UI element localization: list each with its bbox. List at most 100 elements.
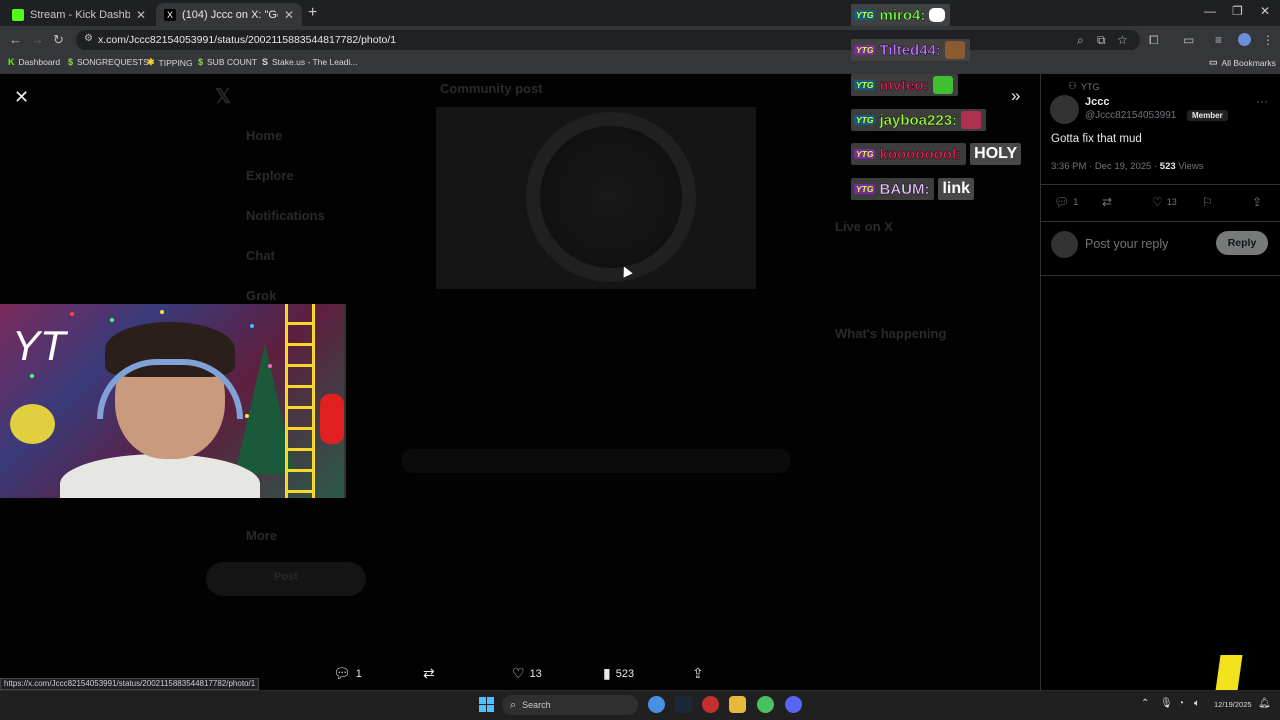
face-emote-icon bbox=[944, 41, 965, 59]
reply-action[interactable]: 💬︎ 1 bbox=[333, 665, 362, 682]
panel-share-action[interactable]: ⇪ bbox=[1252, 195, 1266, 209]
post-time: 3:36 PM · Dec 19, 2025 · bbox=[1051, 161, 1158, 172]
site-info-icon[interactable]: ⚙ bbox=[84, 33, 93, 44]
side-panel-icon[interactable]: ▭ bbox=[1183, 33, 1194, 47]
microphone-icon[interactable]: 🎙︎ bbox=[1160, 698, 1173, 709]
chat-name-box: YTG koooooool: bbox=[851, 143, 967, 165]
zoom-icon[interactable]: ⌕ bbox=[1077, 33, 1084, 48]
install-icon[interactable]: ⧉ bbox=[1097, 33, 1106, 48]
reposter-name: YTG bbox=[1080, 81, 1100, 92]
bookmark-star-icon[interactable]: ☆ bbox=[1117, 33, 1128, 47]
panel-like-count: 13 bbox=[1166, 197, 1177, 207]
member-badge: Member bbox=[1187, 110, 1228, 121]
taskbar bbox=[0, 690, 1280, 720]
bookmark-sub-count[interactable]: $ SUB COUNT bbox=[198, 57, 257, 67]
kick-favicon-icon bbox=[12, 8, 24, 21]
x-logo-icon: 𝕏 bbox=[215, 86, 232, 108]
string-light bbox=[30, 374, 34, 378]
chat-username: BAUM: bbox=[879, 180, 930, 198]
bookmark-tipping[interactable]: ✱ TIPPING bbox=[147, 57, 193, 68]
taskbar-search[interactable]: ⌕ Search bbox=[502, 695, 638, 715]
discord-app-icon[interactable] bbox=[785, 696, 802, 713]
close-tab-icon[interactable]: ✕ bbox=[284, 8, 294, 22]
window-close-icon[interactable]: ✕ bbox=[1260, 4, 1270, 18]
chat-name-box: YTG Tilted44: bbox=[851, 39, 970, 61]
reply-button[interactable]: Reply bbox=[1216, 231, 1268, 255]
file-explorer-icon[interactable] bbox=[729, 696, 746, 713]
back-icon[interactable]: ← bbox=[9, 32, 22, 47]
bookmark-label: SONGREQUESTS bbox=[77, 57, 149, 67]
author-name[interactable]: Jccc bbox=[1085, 96, 1109, 108]
kick-icon: K bbox=[8, 57, 15, 67]
volume-icon[interactable]: 🔈︎ bbox=[1194, 698, 1200, 709]
ytg-badge: YTG bbox=[854, 45, 876, 55]
panel-bookmark-action[interactable]: ⚐ bbox=[1202, 195, 1217, 209]
extensions-icon[interactable]: ⧠ bbox=[1149, 33, 1159, 48]
kebab-menu-icon[interactable]: ⋮ bbox=[1262, 33, 1274, 47]
repost-icon: ⇄ bbox=[1102, 195, 1113, 209]
chrome-profile-app-icon[interactable] bbox=[757, 696, 774, 713]
view-count: 523 bbox=[615, 667, 635, 680]
bookmark-icon: ⚐ bbox=[1202, 195, 1213, 209]
lit-ladder bbox=[285, 304, 315, 498]
speech-bubble-emote-icon bbox=[929, 8, 946, 22]
chevrons-right-icon[interactable]: » bbox=[1011, 86, 1020, 106]
yellow-plush bbox=[10, 404, 55, 444]
views-action[interactable]: ▮ 523 bbox=[603, 665, 634, 682]
obs-app-icon[interactable] bbox=[702, 696, 719, 713]
author-handle[interactable]: @Jccc82154053991 bbox=[1085, 110, 1176, 121]
avatar[interactable] bbox=[1050, 95, 1079, 124]
all-bookmarks[interactable]: ▭ All Bookmarks bbox=[1209, 57, 1276, 68]
ytg-badge: YTG bbox=[854, 149, 876, 159]
profile-avatar[interactable] bbox=[1238, 33, 1251, 46]
panel-repost-action[interactable]: ⇄ bbox=[1102, 195, 1116, 209]
tray-chevron-icon[interactable]: ⌃ bbox=[1141, 698, 1149, 709]
tip-icon: ✱ bbox=[147, 57, 155, 67]
nav-grok: Grok bbox=[246, 288, 277, 303]
avatar bbox=[1051, 231, 1078, 258]
community-post-header: Community post bbox=[440, 81, 543, 96]
reply-input[interactable] bbox=[1085, 235, 1205, 253]
steam-app-icon[interactable] bbox=[675, 696, 692, 713]
reload-icon[interactable]: ↻ bbox=[53, 32, 64, 48]
chat-message: YTG Tilted44: bbox=[851, 39, 970, 61]
tab-kick-dashboard[interactable]: Stream - Kick Dashboard ✕ bbox=[4, 3, 154, 26]
notifications-icon[interactable]: 🔔︎ bbox=[1258, 698, 1271, 709]
bookmark-dashboard[interactable]: K Dashboard bbox=[8, 57, 60, 67]
bookmark-stake[interactable]: S Stake.us - The Leadi... bbox=[262, 57, 357, 67]
post-button-ghost: Post bbox=[274, 571, 298, 583]
tab-x-post[interactable]: X (104) Jccc on X: "Gotta fix that mud" … bbox=[156, 3, 302, 26]
divider bbox=[1041, 184, 1280, 185]
nav-notifications: Notifications bbox=[246, 208, 325, 223]
windows-start-icon[interactable] bbox=[479, 697, 494, 712]
string-light bbox=[250, 324, 254, 328]
like-count: 13 bbox=[529, 667, 542, 680]
share-action[interactable]: ⇪ bbox=[692, 665, 709, 682]
forward-icon[interactable]: → bbox=[31, 32, 44, 47]
wifi-icon[interactable]: ◔ bbox=[1178, 698, 1184, 709]
chat-message: YTG miro4: bbox=[851, 4, 951, 26]
chrome-app-icon[interactable] bbox=[648, 696, 665, 713]
url-text[interactable]: x.com/Jccc82154053991/status/20021158835… bbox=[98, 34, 396, 46]
search-label: Search bbox=[522, 700, 551, 710]
like-action[interactable]: ♡ 13 bbox=[512, 665, 542, 682]
close-icon[interactable]: ✕ bbox=[14, 87, 29, 108]
panel-reply-action[interactable]: 💬︎ 1 bbox=[1054, 195, 1078, 209]
count-icon: $ bbox=[198, 57, 204, 67]
more-options-icon[interactable]: ··· bbox=[1256, 94, 1268, 108]
whats-happening-header: What's happening bbox=[835, 326, 947, 341]
figure-emote-icon bbox=[961, 111, 982, 129]
panel-like-action[interactable]: ♡ 13 bbox=[1152, 195, 1177, 209]
chat-username: miro4: bbox=[879, 6, 926, 24]
search-icon: ⌕ bbox=[510, 698, 517, 711]
bookmark-songrequests[interactable]: $ SONGREQUESTS bbox=[68, 57, 149, 67]
taskbar-clock[interactable]: 12/19/2025 bbox=[1214, 700, 1252, 709]
post-photo[interactable] bbox=[436, 107, 756, 289]
menu-lines-icon[interactable]: ≡ bbox=[1215, 33, 1222, 47]
repost-action[interactable]: ⇄ bbox=[423, 665, 440, 682]
chat-username: koooooool: bbox=[879, 145, 962, 163]
restore-icon[interactable]: ❐ bbox=[1232, 4, 1243, 18]
new-tab-icon[interactable]: + bbox=[308, 4, 317, 22]
close-tab-icon[interactable]: ✕ bbox=[136, 8, 146, 22]
minimize-icon[interactable]: — bbox=[1204, 4, 1216, 18]
